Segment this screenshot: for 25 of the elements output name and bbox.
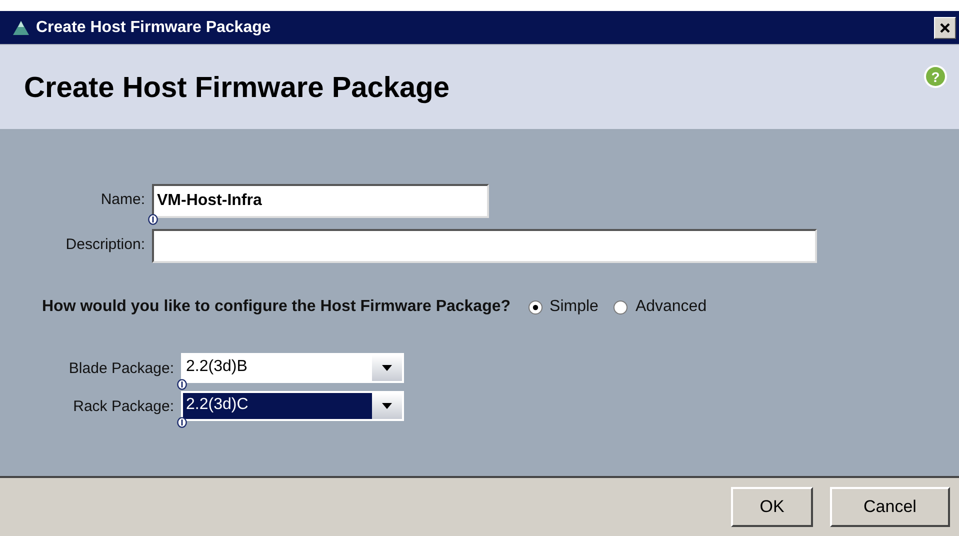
field-label: Blade Package: <box>68 359 174 377</box>
window-title: Create Host Firmware Package <box>36 18 272 36</box>
field-label: Description: <box>64 235 145 253</box>
field-label: Rack Package: <box>72 397 174 415</box>
caret-icon <box>382 403 392 409</box>
radio-button[interactable]: Advanced <box>613 298 707 316</box>
close-button[interactable] <box>934 16 956 38</box>
radio-button[interactable]: Simple <box>528 298 598 316</box>
text-field[interactable]: VM-Host-Infra <box>152 184 489 218</box>
handle-icon <box>177 379 187 390</box>
dropdown-value: 2.2(3d)B <box>185 357 248 377</box>
text-field[interactable] <box>152 229 817 263</box>
dialog-heading: Create Host Firmware Package <box>24 72 450 105</box>
dropdown[interactable]: 2.2(3d)B <box>181 353 404 383</box>
close-icon <box>940 22 950 32</box>
handle-icon <box>148 214 158 225</box>
pyramid-icon <box>12 20 30 36</box>
dropdown[interactable]: 2.2(3d)C <box>181 391 404 421</box>
field-label: Name: <box>100 190 145 208</box>
handle-icon <box>177 417 187 428</box>
question-text: How would you like to configure the Host Firmware Package? <box>42 298 511 316</box>
ok-button[interactable]: OK <box>731 487 813 527</box>
dropdown-value: 2.2(3d)C <box>183 393 372 419</box>
caret-icon <box>382 365 392 371</box>
cancel-button[interactable]: Cancel <box>830 487 950 527</box>
